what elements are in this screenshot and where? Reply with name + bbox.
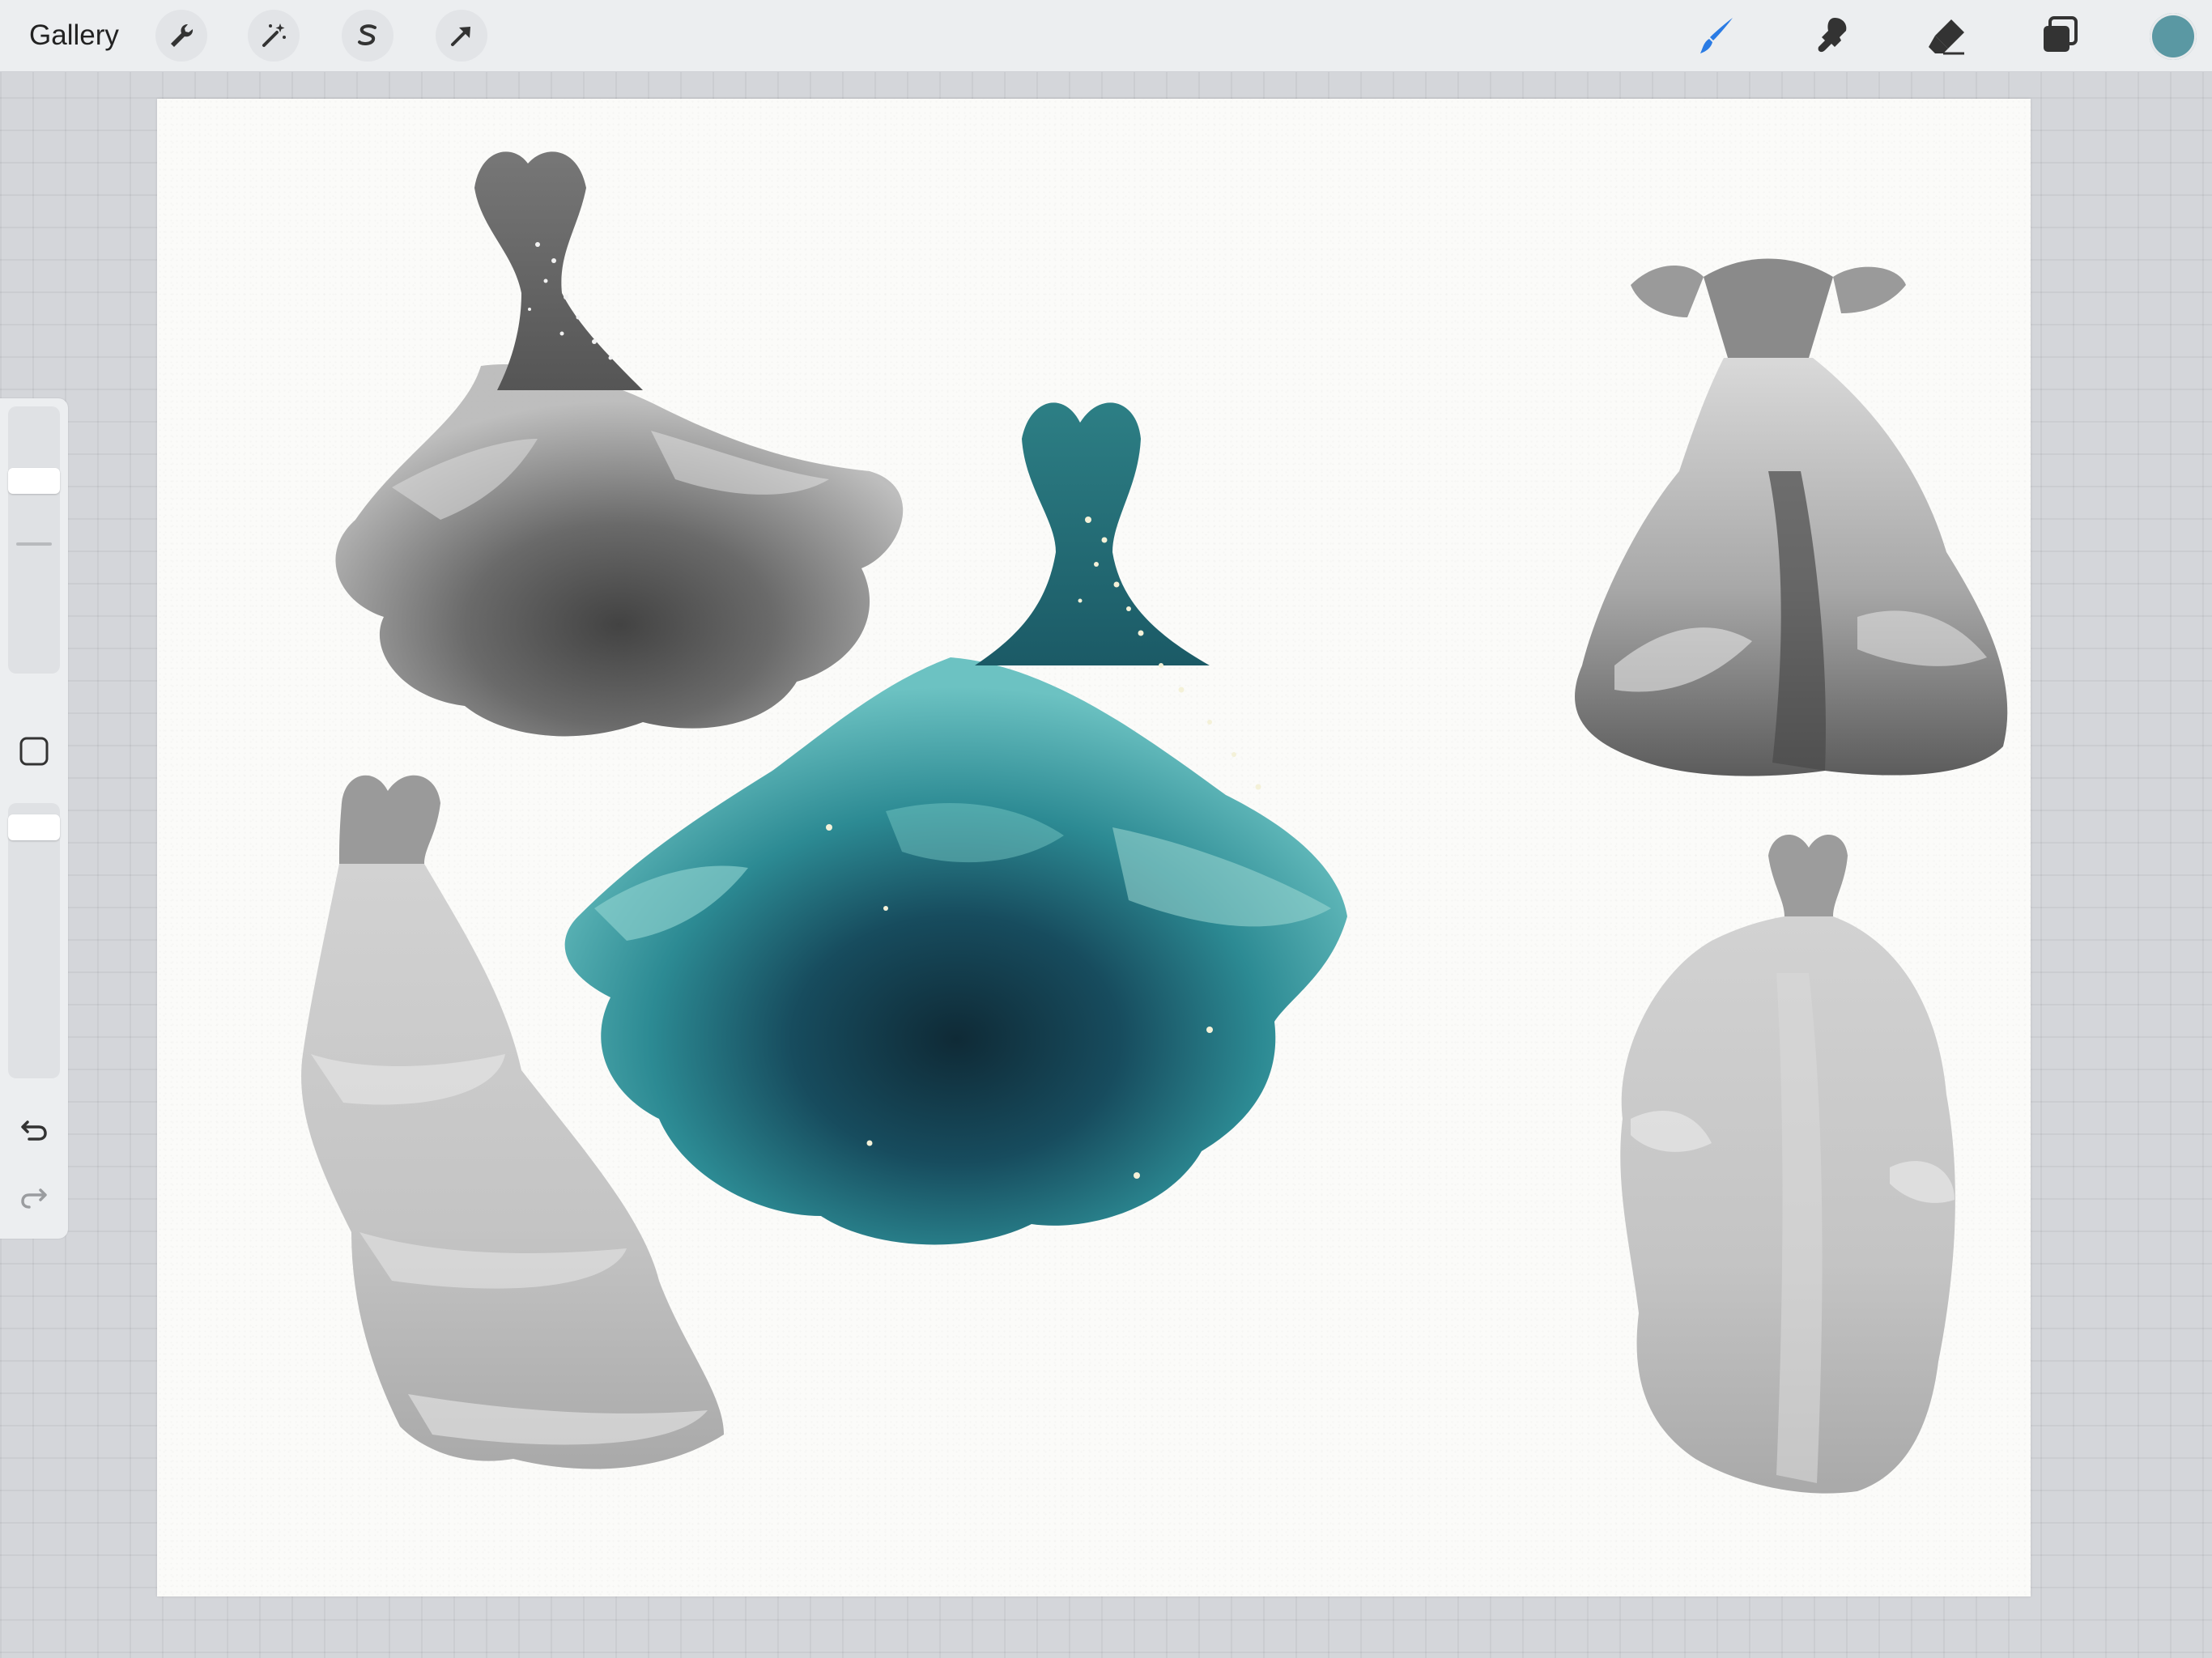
left-sidebar	[0, 398, 68, 1239]
smudge-icon	[1818, 18, 1847, 53]
transform-button[interactable]	[436, 10, 487, 62]
brush-icon	[1700, 18, 1733, 53]
gallery-button[interactable]: Gallery	[29, 15, 119, 57]
selection-button[interactable]	[342, 10, 393, 62]
gray-ballgown-dress	[335, 151, 904, 737]
eraser-tool-button[interactable]	[1922, 11, 1971, 60]
brush-size-thumb[interactable]	[8, 468, 60, 494]
artwork-layer	[301, 151, 2008, 1494]
drawing-canvas[interactable]	[157, 99, 2031, 1596]
brush-tool-button[interactable]	[1694, 11, 1742, 60]
opacity-slider[interactable]	[8, 803, 60, 1078]
undo-button[interactable]	[8, 1103, 60, 1154]
silver-ruffled-gown	[1575, 258, 2008, 776]
actions-button[interactable]	[155, 10, 207, 62]
color-picker-button[interactable]	[2150, 13, 2197, 60]
opacity-thumb[interactable]	[8, 814, 60, 840]
modify-button[interactable]	[8, 725, 60, 777]
slider-midpoint-tick	[16, 542, 52, 546]
adjustments-button[interactable]	[248, 10, 300, 62]
magic-wand-icon	[262, 23, 286, 47]
selection-icon	[358, 24, 376, 45]
transform-arrow-icon	[451, 27, 470, 46]
undo-icon	[21, 1120, 47, 1141]
layers-icon	[2044, 16, 2078, 52]
brush-size-slider[interactable]	[8, 406, 60, 674]
eraser-icon	[1929, 19, 1964, 55]
smudge-tool-button[interactable]	[1809, 11, 1857, 60]
procreate-workspace: { "topbar": { "gallery_label": "Gallery"…	[0, 0, 2212, 1658]
square-icon	[19, 737, 49, 766]
top-toolbar: Gallery	[0, 0, 2212, 72]
wrench-icon	[171, 23, 194, 47]
redo-button[interactable]	[8, 1171, 60, 1222]
redo-icon	[21, 1188, 47, 1209]
gray-ruffle-column-gown	[1620, 834, 1955, 1494]
layers-button[interactable]	[2035, 11, 2084, 60]
